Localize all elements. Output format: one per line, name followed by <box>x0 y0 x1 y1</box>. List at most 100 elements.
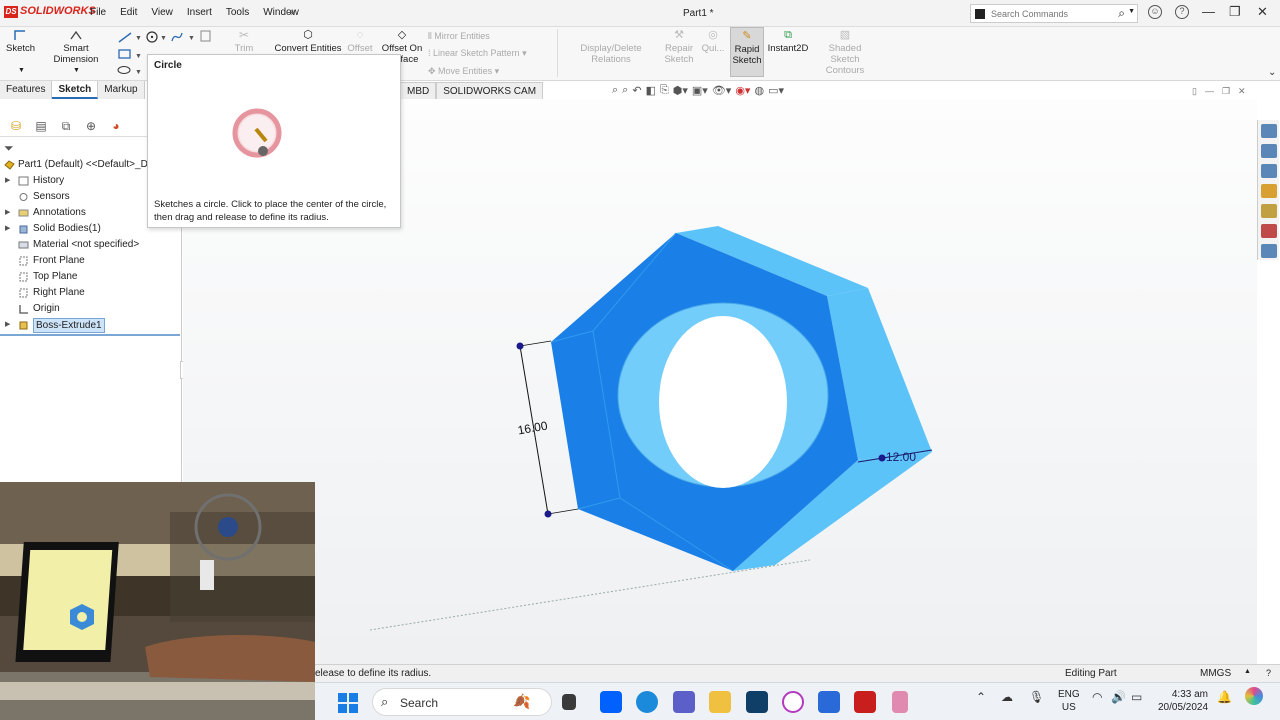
rapid-sketch-button[interactable]: ✎ Rapid Sketch <box>730 27 764 77</box>
solidworks-resources-icon[interactable] <box>1261 124 1277 138</box>
mirror-entities-button[interactable]: ⫴ Mirror Entities <box>428 31 490 42</box>
sketch-point[interactable] <box>516 342 524 350</box>
edge-icon[interactable] <box>636 691 658 713</box>
menu-view[interactable]: View <box>151 7 173 18</box>
custom-properties-icon[interactable] <box>1261 244 1277 258</box>
edit-appearance-icon[interactable]: ◉▾ <box>735 84 750 97</box>
dimension-height-label[interactable]: 16.00 <box>517 418 549 437</box>
dimxpert-icon[interactable]: ⊕ <box>81 119 101 135</box>
tab-mbd[interactable]: MBD <box>400 82 437 100</box>
tab-markup[interactable]: Markup <box>98 81 145 99</box>
expand-arrow-icon[interactable]: ▶ <box>5 317 10 333</box>
dimension-width-label[interactable]: 12.00 <box>886 450 916 464</box>
previous-view-icon[interactable]: ↶ <box>632 84 641 97</box>
expand-arrow-icon[interactable]: ▶ <box>5 173 10 189</box>
offset-entities-button[interactable]: ◌ Offset <box>346 29 374 54</box>
viewport-close-icon[interactable]: ✕ <box>1238 86 1246 97</box>
expand-arrow-icon[interactable]: ▶ <box>5 205 10 221</box>
expand-arrow-icon[interactable]: ▶ <box>5 221 10 237</box>
collapse-ribbon-icon[interactable]: ⌄ <box>1268 67 1276 78</box>
menu-edit[interactable]: Edit <box>120 7 137 18</box>
tab-solidworks-cam[interactable]: SOLIDWORKS CAM <box>436 82 544 100</box>
quick-snaps-button[interactable]: ◎ Qui... <box>700 29 726 54</box>
teams-icon[interactable] <box>673 691 695 713</box>
zoom-area-icon[interactable]: ⌕ <box>622 84 628 97</box>
status-help-icon[interactable]: ? <box>1266 668 1271 678</box>
convert-entities-button[interactable]: ⬡ Convert Entities <box>274 29 342 54</box>
feature-tree-icon[interactable]: ⛁ <box>6 119 26 135</box>
instant2d-button[interactable]: ⧉ Instant2D <box>766 29 810 54</box>
onedrive-icon[interactable]: ☁ <box>1001 690 1013 704</box>
snipping-tool-icon[interactable] <box>892 691 908 713</box>
viewport-minimize-icon[interactable]: — <box>1205 86 1214 97</box>
tree-item-material[interactable]: Material <not specified> <box>0 237 180 253</box>
tree-item-front-plane[interactable]: Front Plane <box>0 253 180 269</box>
move-entities-button[interactable]: ✥ Move Entities ▾ <box>428 66 499 77</box>
menu-insert[interactable]: Insert <box>187 7 212 18</box>
chevron-up-icon[interactable]: ▲ <box>1244 668 1251 675</box>
restore-icon[interactable]: ❐ <box>1229 4 1241 20</box>
shaded-sketch-contours-button[interactable]: ▧ Shaded Sketch Contours <box>814 29 876 76</box>
display-manager-icon[interactable]: ◕ <box>106 119 126 135</box>
close-icon[interactable]: ✕ <box>1257 4 1268 20</box>
microphone-icon[interactable]: 🎙 <box>1029 690 1044 704</box>
menu-tools[interactable]: Tools <box>226 7 249 18</box>
tree-item-top-plane[interactable]: Top Plane <box>0 269 180 285</box>
app-icon[interactable] <box>746 691 768 713</box>
solidworks-logo[interactable]: DS SOLIDWORKS <box>4 5 96 18</box>
search-icon[interactable]: ⌕ <box>1118 6 1125 21</box>
notification-bell-icon[interactable]: 🔔 <box>1217 690 1232 704</box>
view-palette-icon[interactable] <box>1261 204 1277 218</box>
sketch-button[interactable]: Sketch <box>6 29 35 54</box>
user-icon[interactable]: ☺ <box>1148 5 1162 19</box>
smart-dimension-button[interactable]: Smart Dimension <box>40 29 112 65</box>
section-view-icon[interactable]: ◧ <box>646 84 656 97</box>
viewport-restore-icon[interactable]: ❐ <box>1222 86 1230 97</box>
minimize-icon[interactable]: — <box>1202 4 1215 19</box>
units-selector[interactable]: MMGS <box>1200 668 1231 679</box>
apply-scene-icon[interactable]: ◍ <box>754 84 764 97</box>
configuration-manager-icon[interactable]: ⧉ <box>56 119 76 135</box>
display-delete-relations-button[interactable]: Display/Delete Relations <box>560 43 662 65</box>
copilot-icon[interactable] <box>1245 687 1263 705</box>
taskbar-search[interactable]: ⌕ Search 🍂 <box>372 688 552 716</box>
view-settings-icon[interactable]: ▭▾ <box>768 84 784 97</box>
battery-icon[interactable]: ▭ <box>1131 690 1142 704</box>
chevron-up-icon[interactable]: ⌃ <box>976 690 986 704</box>
wifi-icon[interactable]: ◠ <box>1092 690 1102 704</box>
menu-file[interactable]: File <box>90 7 106 18</box>
property-manager-icon[interactable]: ▤ <box>31 119 51 135</box>
chevron-down-icon[interactable]: ▼ <box>18 67 25 74</box>
zoom-to-fit-icon[interactable]: ⌕ <box>612 84 618 97</box>
sketch-point[interactable] <box>544 510 552 518</box>
sketch-point[interactable] <box>878 454 886 462</box>
volume-icon[interactable]: 🔊 <box>1111 690 1126 704</box>
tree-item-boss-extrude[interactable]: ▶ Boss-Extrude1 <box>0 317 180 333</box>
search-commands-box[interactable]: ⌕ ▼ <box>970 4 1138 23</box>
tab-sketch[interactable]: Sketch <box>52 81 99 99</box>
home-icon[interactable] <box>1261 144 1277 158</box>
design-library-icon[interactable] <box>1261 164 1277 178</box>
solidworks-taskbar-icon[interactable] <box>854 691 876 713</box>
system-clock[interactable]: 4:33 am 20/05/2024 <box>1158 688 1208 714</box>
file-explorer-icon[interactable] <box>1261 184 1277 198</box>
dropbox-icon[interactable] <box>600 691 622 713</box>
dynamic-annotation-icon[interactable]: ⎘ <box>660 84 669 97</box>
opera-icon[interactable] <box>782 691 804 713</box>
panel-splitter[interactable] <box>0 334 180 336</box>
hide-show-icon[interactable]: 👁▾ <box>712 84 732 97</box>
search-commands-input[interactable] <box>991 7 1109 21</box>
help-icon[interactable]: ? <box>1175 5 1189 19</box>
task-view-icon[interactable] <box>562 694 576 710</box>
tree-item-origin[interactable]: Origin <box>0 301 180 317</box>
chevron-down-icon[interactable]: ▼ <box>1128 8 1135 15</box>
view-orientation-icon[interactable]: ⬢▾ <box>673 84 688 97</box>
tree-item-right-plane[interactable]: Right Plane <box>0 285 180 301</box>
appearances-icon[interactable] <box>1261 224 1277 238</box>
repair-sketch-button[interactable]: ⚒ Repair Sketch <box>663 29 695 65</box>
language-indicator[interactable]: ENG US <box>1058 688 1080 714</box>
linear-sketch-pattern-button[interactable]: ⁞ Linear Sketch Pattern ▾ <box>428 48 527 59</box>
filter-icon[interactable]: ⏷ <box>4 141 14 156</box>
chevron-down-icon[interactable]: ▼ <box>73 67 80 74</box>
viewport-tile-icon[interactable]: ▯ <box>1192 86 1197 97</box>
